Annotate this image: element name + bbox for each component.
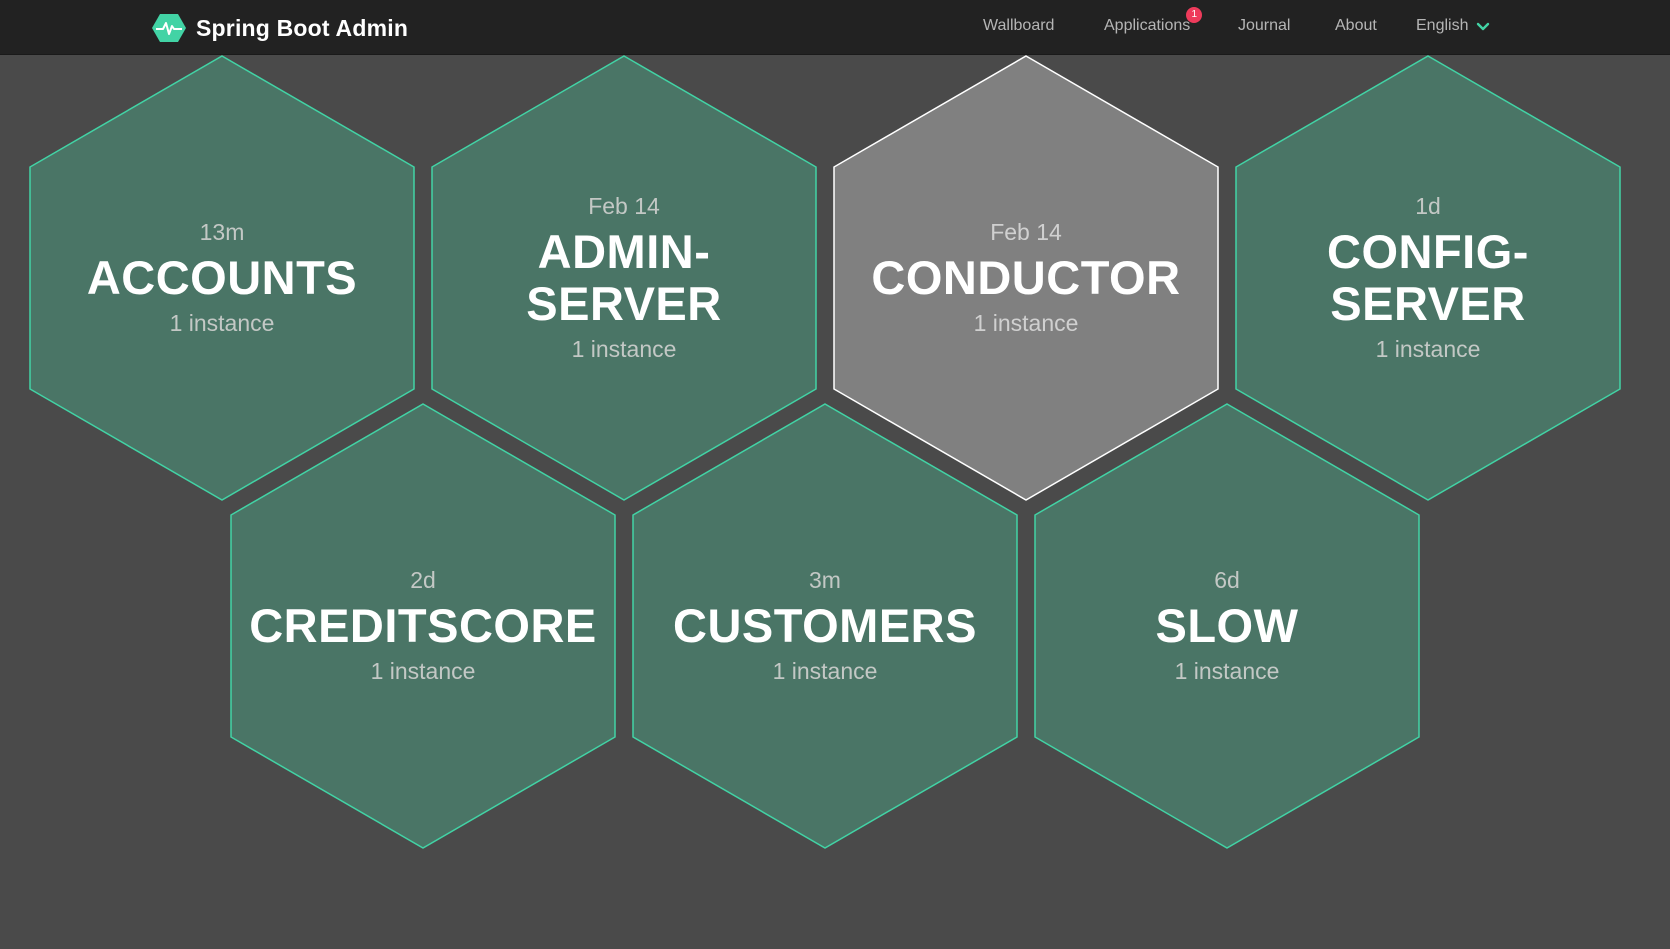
instance-count: 1 instance	[772, 658, 878, 684]
nav-applications-label: Applications	[1104, 17, 1191, 34]
nav-about[interactable]: About	[1335, 17, 1377, 35]
instance-count: 1 instance	[571, 336, 677, 362]
application-name: CREDITSCORE	[249, 599, 597, 652]
status-since: 1d	[1415, 193, 1441, 219]
status-since: 6d	[1214, 567, 1240, 593]
application-name: ACCOUNTS	[86, 251, 358, 304]
status-since: 3m	[809, 567, 841, 593]
spring-boot-admin-logo-icon	[152, 14, 186, 42]
application-name: SERVER	[1330, 277, 1526, 330]
instance-count: 1 instance	[1174, 658, 1280, 684]
language-label: English	[1416, 17, 1469, 34]
nav-wallboard[interactable]: Wallboard	[983, 17, 1054, 35]
application-name: CUSTOMERS	[673, 599, 977, 652]
status-since: 13m	[199, 219, 245, 245]
brand-title: Spring Boot Admin	[196, 14, 409, 41]
instance-count: 1 instance	[973, 310, 1079, 336]
application-info: 6d SLOW 1 instance	[1064, 403, 1390, 849]
instance-count: 1 instance	[169, 310, 275, 336]
application-hex-customers[interactable]: 3m CUSTOMERS 1 instance	[632, 403, 1018, 849]
application-name: SERVER	[526, 277, 722, 330]
brand[interactable]: Spring Boot Admin	[152, 10, 408, 46]
application-name: ADMIN-	[537, 225, 711, 278]
application-name: CONFIG-	[1327, 225, 1529, 278]
status-since: Feb 14	[990, 219, 1062, 245]
instance-count: 1 instance	[370, 658, 476, 684]
top-navbar: Spring Boot Admin Wallboard Applications…	[0, 0, 1670, 55]
applications-notification-badge: 1	[1186, 7, 1203, 23]
language-dropdown[interactable]: English	[1416, 17, 1490, 35]
application-hex-creditscore[interactable]: 2d CREDITSCORE 1 instance	[230, 403, 616, 849]
application-name: SLOW	[1155, 599, 1299, 652]
application-hex-slow[interactable]: 6d SLOW 1 instance	[1034, 403, 1420, 849]
application-name: CONDUCTOR	[871, 251, 1181, 304]
nav-journal[interactable]: Journal	[1238, 17, 1290, 35]
application-info: 2d CREDITSCORE 1 instance	[249, 403, 596, 849]
instance-count: 1 instance	[1375, 336, 1481, 362]
wallboard-grid: 13m ACCOUNTS 1 instance Feb 14 ADMIN- SERVER 1…	[0, 55, 1670, 949]
application-info: 3m CUSTOMERS 1 instance	[662, 403, 988, 849]
status-since: 2d	[410, 567, 436, 593]
nav-applications[interactable]: Applications 1	[1104, 7, 1203, 35]
chevron-down-icon	[1477, 22, 1490, 30]
status-since: Feb 14	[588, 193, 660, 219]
